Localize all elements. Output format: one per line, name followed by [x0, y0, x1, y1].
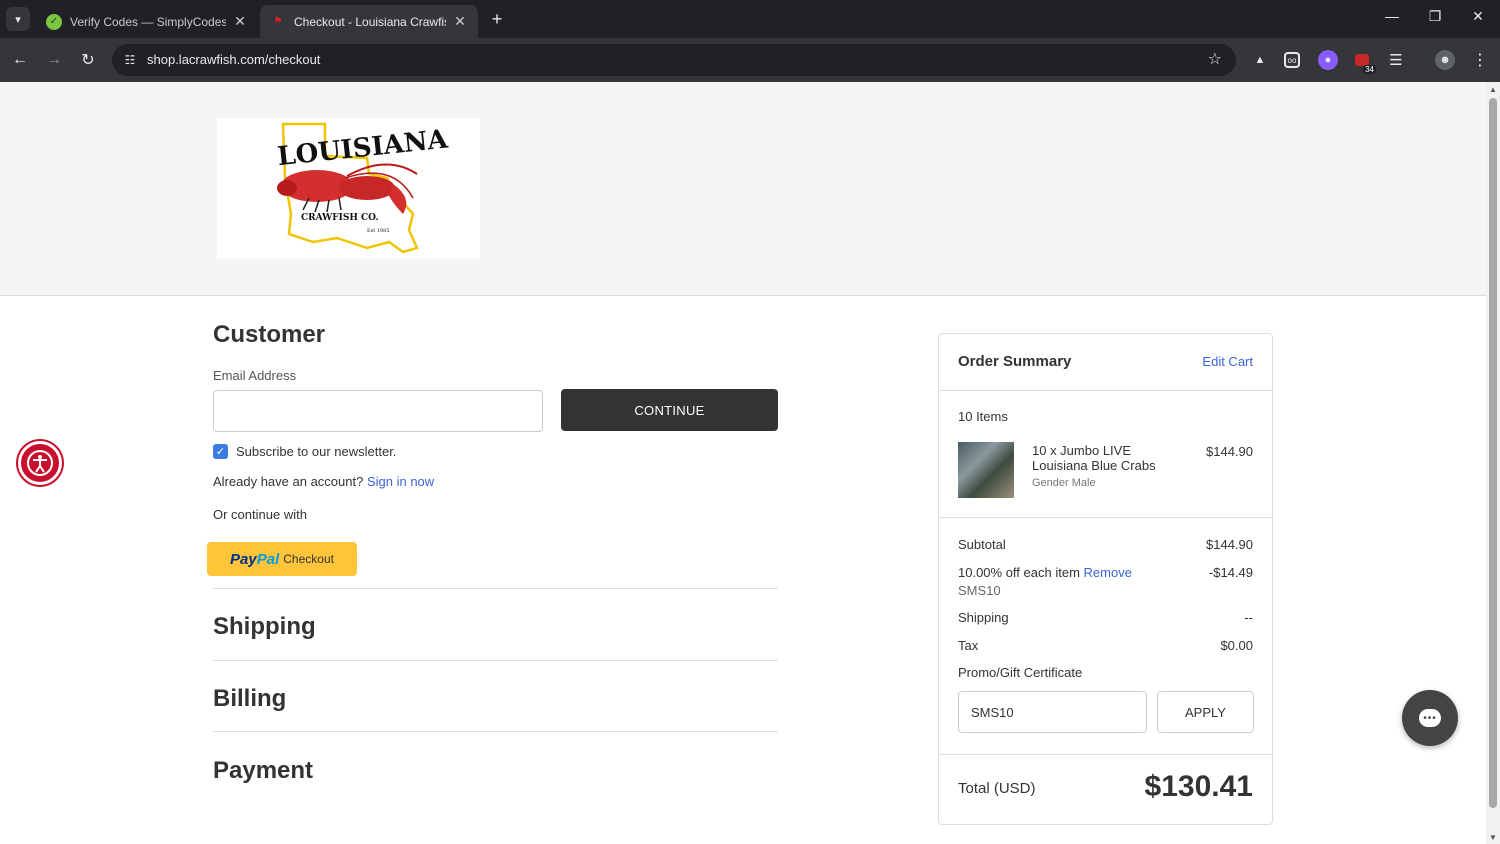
subtotal-value: $144.90	[1206, 537, 1253, 552]
shipping-value: --	[1244, 610, 1253, 625]
reload-icon[interactable]: ↻	[76, 48, 100, 72]
address-bar[interactable]: ☷ shop.lacrawfish.com/checkout ☆	[112, 44, 1236, 76]
crawfish-logo-icon: LOUISIANA CRAWFISH CO. Est 1985	[276, 122, 450, 254]
site-header: LOUISIANA CRAWFISH CO. Est 1985	[0, 82, 1486, 296]
url-text[interactable]: shop.lacrawfish.com/checkout	[147, 52, 320, 67]
section-divider	[213, 660, 778, 661]
promo-code-input[interactable]: SMS10	[958, 691, 1147, 733]
browser-tab-bar: ▾ ✓ Verify Codes — SimplyCodes ✕ ⚑ Check…	[0, 0, 1500, 38]
new-tab-plus-icon[interactable]: +	[486, 8, 508, 30]
site-info-icon[interactable]: ☷	[120, 50, 140, 70]
tab-checkout[interactable]: ⚑ Checkout - Louisiana Crawfish Co ✕	[260, 5, 478, 38]
subtotal-label: Subtotal	[958, 537, 1006, 552]
or-continue-text: Or continue with	[213, 507, 307, 522]
total-label: Total (USD)	[958, 780, 1036, 797]
crawfish-favicon-icon: ⚑	[273, 16, 283, 27]
minimize-icon[interactable]: —	[1377, 8, 1407, 24]
promo-gift-link[interactable]: Promo/Gift Certificate	[958, 665, 1082, 680]
total-value: $130.41	[1144, 770, 1253, 803]
account-prompt-text: Already have an account?	[213, 474, 364, 489]
tax-value: $0.00	[1220, 638, 1253, 653]
newsletter-label[interactable]: Subscribe to our newsletter.	[236, 444, 396, 459]
extension-cap-icon[interactable]: ▲	[1250, 50, 1270, 70]
restore-icon[interactable]: ❐	[1420, 8, 1450, 25]
extension-purple-icon[interactable]: ●	[1318, 50, 1338, 70]
simplycodes-favicon-icon: ✓	[46, 13, 62, 30]
forward-arrow-icon[interactable]: →	[42, 48, 66, 72]
tab-verify-codes[interactable]: ✓ Verify Codes — SimplyCodes ✕	[36, 5, 258, 38]
scroll-down-arrow-icon[interactable]: ▼	[1489, 833, 1497, 842]
page-scrollbar[interactable]: ▲ ▼	[1486, 82, 1500, 844]
back-arrow-icon[interactable]: ←	[8, 48, 32, 72]
summary-divider	[939, 517, 1272, 518]
paypal-pay-text: Pay	[230, 550, 257, 568]
sign-in-link[interactable]: Sign in now	[367, 474, 434, 489]
scrollbar-thumb[interactable]	[1489, 98, 1497, 808]
tab-search-chevron-icon[interactable]: ▾	[6, 7, 30, 31]
item-price: $144.90	[1206, 444, 1253, 459]
item-name-line2: Louisiana Blue Crabs	[1032, 458, 1156, 473]
tax-label: Tax	[958, 638, 979, 653]
extension-badge: 34	[1363, 65, 1376, 74]
shipping-label: Shipping	[958, 610, 1009, 625]
discount-value: -$14.49	[1208, 565, 1253, 580]
bookmark-star-icon[interactable]: ☆	[1208, 49, 1222, 69]
browser-toolbar: ← → ↻ ☷ shop.lacrawfish.com/checkout ☆ ▲…	[0, 38, 1500, 82]
accessibility-figure-icon	[27, 450, 53, 476]
order-summary-title: Order Summary	[958, 353, 1072, 370]
account-prompt: Already have an account? Sign in now	[213, 474, 434, 489]
accessibility-icon[interactable]	[18, 441, 62, 485]
items-count: 10 Items	[958, 409, 1008, 424]
email-input[interactable]	[213, 390, 543, 432]
scroll-up-arrow-icon[interactable]: ▲	[1489, 85, 1497, 94]
summary-divider	[939, 390, 1272, 391]
edit-cart-link[interactable]: Edit Cart	[1202, 354, 1253, 369]
discount-code: SMS10	[958, 583, 1001, 598]
chat-bubble-icon: •••	[1419, 709, 1441, 727]
logo-est: Est 1985	[367, 228, 390, 234]
item-option: Gender Male	[1032, 477, 1096, 489]
section-divider	[213, 731, 778, 732]
extension-glasses-icon[interactable]: oo	[1284, 52, 1300, 68]
billing-heading[interactable]: Billing	[213, 685, 286, 713]
continue-button[interactable]: CONTINUE	[561, 389, 778, 431]
item-name-line1: 10 x Jumbo LIVE	[1032, 443, 1131, 458]
discount-label: 10.00% off each item	[958, 565, 1080, 580]
browser-menu-icon[interactable]: ⋮	[1470, 50, 1490, 70]
extensions-puzzle-icon[interactable]: ☰	[1386, 50, 1406, 70]
order-summary-panel: Order Summary Edit Cart 10 Items 10 x Ju…	[938, 333, 1273, 825]
newsletter-checkbox[interactable]: ✓	[213, 444, 228, 459]
tab-title: Verify Codes — SimplyCodes	[70, 14, 226, 29]
payment-heading[interactable]: Payment	[213, 757, 313, 785]
louisiana-crawfish-logo[interactable]: LOUISIANA CRAWFISH CO. Est 1985	[217, 118, 480, 259]
remove-discount-link[interactable]: Remove	[1084, 565, 1132, 580]
summary-divider	[939, 754, 1272, 755]
paypal-checkout-button[interactable]: Pay Pal Checkout	[207, 542, 357, 576]
profile-avatar-icon[interactable]: ☻	[1435, 50, 1455, 70]
chat-launcher-button[interactable]: •••	[1402, 690, 1458, 746]
logo-company: CRAWFISH CO.	[301, 213, 379, 223]
section-divider	[213, 588, 778, 589]
paypal-pal-text: Pal	[256, 550, 280, 568]
email-label: Email Address	[213, 368, 297, 383]
tab-close-icon[interactable]: ✕	[452, 13, 468, 30]
blue-crabs-thumbnail	[958, 442, 1014, 498]
tab-close-icon[interactable]: ✕	[232, 13, 248, 30]
tab-title: Checkout - Louisiana Crawfish Co	[294, 14, 446, 29]
discount-row: 10.00% off each item Remove	[958, 565, 1132, 580]
customer-heading: Customer	[213, 321, 326, 348]
extension-red-icon[interactable]: 34	[1352, 50, 1376, 74]
shipping-heading[interactable]: Shipping	[213, 613, 316, 641]
paypal-checkout-text: Checkout	[283, 552, 334, 566]
window-close-icon[interactable]: ✕	[1463, 8, 1493, 25]
apply-promo-button[interactable]: APPLY	[1157, 691, 1254, 733]
logo-word: LOUISIANA	[276, 124, 450, 172]
